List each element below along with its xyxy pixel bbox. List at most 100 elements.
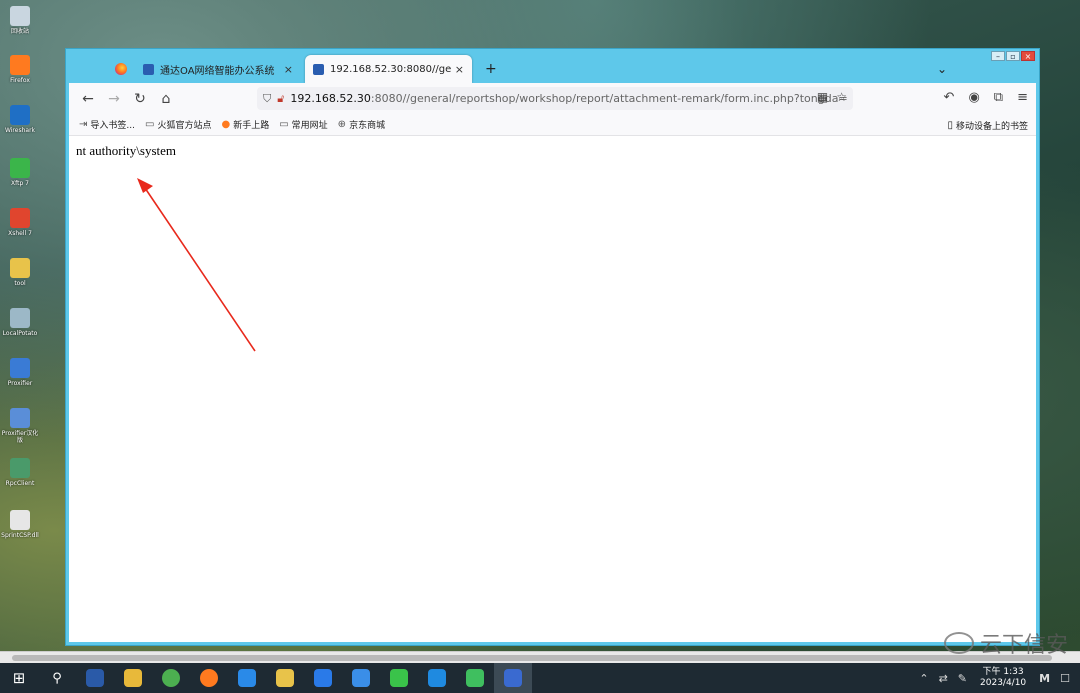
firefox-icon [200, 669, 218, 687]
arrow-head [137, 178, 153, 193]
notification-icon[interactable]: ☐ [1060, 672, 1070, 685]
taskbar-app-vscode[interactable] [228, 663, 266, 693]
desktop-icon-label: Proxifier汉化版 [1, 430, 39, 444]
tab-title: 通达OA网络智能办公系统 [160, 65, 275, 77]
taskbar-app-app-yellow[interactable] [266, 663, 304, 693]
tab-close-icon[interactable]: × [284, 63, 293, 76]
app-icon [10, 510, 30, 530]
watermark: 云下信安 [943, 627, 1068, 659]
browser-window[interactable]: – ▫ × 通达OA网络智能办公系统 × 192.168.52.30:8080/… [65, 48, 1040, 646]
app-tray-icon[interactable]: M [1039, 672, 1050, 685]
new-tab-button[interactable]: + [477, 55, 505, 83]
desktop-icon[interactable]: 回收站 [0, 6, 40, 35]
taskbar-app-app-feishu[interactable] [342, 663, 380, 693]
app-blue-icon [314, 669, 332, 687]
url-actions: ▦ ☆ [817, 90, 847, 104]
pen-icon[interactable]: ✎ [958, 672, 967, 685]
bookmark-item[interactable]: ▭ 常用网址 [279, 118, 327, 131]
desktop-icon[interactable]: Firefox [0, 55, 40, 84]
app-icon [10, 258, 30, 278]
url-host: 192.168.52.30 [290, 92, 371, 105]
list-all-tabs-button[interactable]: ⌄ [929, 55, 955, 83]
taskbar-app-powershell[interactable] [76, 663, 114, 693]
desktop-icon[interactable]: Xftp 7 [0, 158, 40, 187]
file-explorer-icon [124, 669, 142, 687]
back-arrow-icon[interactable]: ← [75, 91, 101, 107]
chevron-up-icon[interactable]: ⌃ [919, 672, 928, 685]
firefox-icon [115, 63, 127, 75]
desktop-icon[interactable]: Proxifier [0, 358, 40, 387]
url-path: :8080//general/reportshop/workshop/repor… [370, 92, 847, 105]
app-blue-2-icon [428, 669, 446, 687]
taskbar: ⊞ ⚲ ⌃ ⇄ ✎ 下午 1:33 2023/4/10 M ☐ [0, 663, 1080, 693]
reload-icon[interactable]: ↻ [127, 91, 153, 107]
system-tray: ⌃ ⇄ ✎ 下午 1:33 2023/4/10 M ☐ [914, 663, 1080, 693]
bookmark-item[interactable]: ● 新手上路 [221, 118, 269, 131]
desktop-icon[interactable]: SprintCSP.dll [0, 510, 40, 539]
taskbar-app-file-explorer[interactable] [114, 663, 152, 693]
bookmark-star-icon[interactable]: ☆ [836, 90, 847, 104]
desktop-icon[interactable]: RpcClient [0, 458, 40, 487]
tab-title: 192.168.52.30:8080//general/ [330, 63, 452, 75]
annotation-arrow [137, 178, 256, 352]
bookmark-label: 新手上路 [233, 121, 270, 131]
app-icon [10, 208, 30, 228]
firefox-icon: ● [221, 119, 231, 130]
shield-icon[interactable]: ⛉ [263, 92, 271, 106]
tab-firefox-home[interactable] [107, 55, 137, 83]
app-yellow-icon [276, 669, 294, 687]
taskbar-app-remote-desktop[interactable] [494, 663, 532, 693]
desktop-icon[interactable]: Xshell 7 [0, 208, 40, 237]
tab-report-url[interactable]: 192.168.52.30:8080//general/ × [305, 55, 472, 83]
taskbar-app-chrome[interactable] [152, 663, 190, 693]
scrollbar-thumb[interactable] [12, 655, 1052, 661]
remote-desktop-icon [504, 669, 522, 687]
horizontal-scrollbar[interactable] [0, 651, 1080, 663]
clock[interactable]: 下午 1:33 2023/4/10 [980, 667, 1026, 689]
bookmark-item[interactable]: ▭ 火狐官方站点 [145, 118, 211, 131]
mobile-bookmarks[interactable]: ▯ 移动设备上的书签 [947, 119, 1028, 132]
navigation-toolbar: ← → ↻ ⌂ ⛉ 🔓︎ 192.168.52.30 :8080//genera… [69, 83, 1036, 114]
start-button[interactable]: ⊞ [0, 663, 38, 693]
taskbar-app-app-blue-2[interactable] [418, 663, 456, 693]
search-button[interactable]: ⚲ [38, 663, 76, 693]
desktop-icon-label: Xftp 7 [10, 180, 29, 187]
insecure-lock-icon[interactable]: 🔓︎ [277, 92, 284, 106]
desktop-icon[interactable]: LocalPotato [0, 308, 40, 337]
bookmark-item[interactable]: ⇥ 导入书签... [79, 118, 135, 131]
vscode-icon [238, 669, 256, 687]
search-icon: ⚲ [52, 670, 62, 686]
url-bar[interactable]: ⛉ 🔓︎ 192.168.52.30 :8080//general/report… [257, 87, 853, 110]
network-icon[interactable]: ⇄ [939, 672, 948, 685]
app-icon [10, 6, 30, 26]
app-icon [10, 408, 30, 428]
taskbar-app-app-green[interactable] [456, 663, 494, 693]
desktop-icon-label: RpcClient [5, 480, 35, 487]
extensions-icon[interactable]: ⧉ [994, 90, 1003, 105]
desktop-icon[interactable]: Proxifier汉化版 [0, 408, 40, 444]
app-green-icon [466, 669, 484, 687]
forward-arrow-icon[interactable]: → [101, 91, 127, 107]
home-icon[interactable]: ⌂ [153, 91, 179, 107]
account-icon[interactable]: ◉ [968, 90, 979, 105]
desktop-icon[interactable]: Wireshark [0, 105, 40, 134]
undo-icon[interactable]: ↶ [944, 90, 955, 105]
taskbar-app-app-blue[interactable] [304, 663, 342, 693]
tab-tongda-oa[interactable]: 通达OA网络智能办公系统 × [135, 55, 301, 83]
taskbar-app-firefox[interactable] [190, 663, 228, 693]
menu-icon[interactable]: ≡ [1017, 90, 1028, 105]
app-icon [10, 105, 30, 125]
tongda-favicon-icon [143, 63, 154, 75]
taskbar-app-wechat[interactable] [380, 663, 418, 693]
mobile-device-icon: ▯ [947, 120, 953, 131]
desktop-icon-label: Firefox [10, 77, 30, 84]
qr-code-icon[interactable]: ▦ [817, 90, 828, 104]
clock-date: 2023/4/10 [980, 678, 1027, 688]
app-icon [10, 55, 30, 75]
desktop-icon-label: SprintCSP.dll [1, 532, 39, 539]
clock-time: 下午 1:33 [982, 667, 1024, 677]
desktop-icon[interactable]: tool [0, 258, 40, 287]
app-feishu-icon [352, 669, 370, 687]
tab-close-icon[interactable]: × [455, 63, 464, 76]
bookmark-item[interactable]: ⊕ 京东商城 [338, 118, 385, 131]
